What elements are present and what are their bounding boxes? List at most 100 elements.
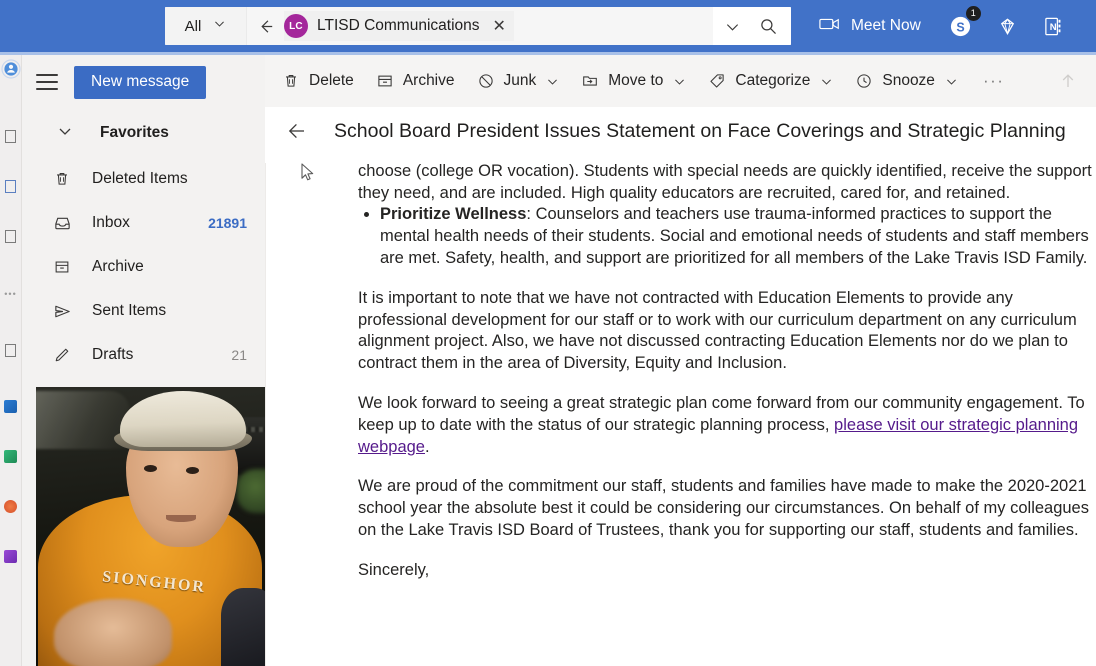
clock-icon (855, 72, 873, 90)
chevron-down-icon (213, 17, 226, 35)
topbar-left-spacer (0, 0, 165, 52)
pencil-icon (52, 345, 72, 365)
app-tile-icon[interactable] (5, 130, 16, 143)
video-camera-icon (819, 16, 841, 37)
command-label: Categorize (735, 72, 811, 89)
archive-box-icon (52, 257, 72, 277)
arrow-left-icon[interactable] (285, 119, 309, 143)
block-circle-icon (477, 72, 495, 90)
more-icon[interactable]: ••• (4, 289, 16, 299)
blue-app-icon[interactable] (4, 400, 17, 413)
webcam-person-eye-left (144, 465, 157, 472)
svg-text:S: S (956, 20, 964, 34)
webcam-person-mouth (166, 515, 196, 522)
webcam-person-eye-right (186, 467, 199, 474)
paragraph-4: We are proud of the commitment our staff… (358, 477, 1089, 539)
sidebar-item-archive[interactable]: Archive (22, 245, 265, 289)
sidebar-item-deleted-items[interactable]: Deleted Items (22, 157, 265, 201)
move-to-button[interactable]: Move to (570, 63, 697, 99)
favorites-group-header[interactable]: Favorites (22, 109, 265, 157)
archive-button[interactable]: Archive (365, 63, 466, 99)
delete-button[interactable]: Delete (271, 63, 365, 99)
message-subject-bar: School Board President Issues Statement … (265, 107, 1096, 155)
trash-icon (282, 72, 300, 90)
recipient-name: LTISD Communications (317, 17, 480, 34)
snooze-button[interactable]: Snooze (844, 63, 969, 99)
os-app-rail: ••• (0, 55, 22, 666)
recipient-filter-pill[interactable]: LC LTISD Communications ✕ (284, 11, 514, 41)
app-tile-icon[interactable] (5, 180, 16, 193)
more-horizontal-icon[interactable]: ··· (969, 71, 1018, 91)
archive-box-icon (376, 72, 394, 90)
message-left-rule (265, 155, 266, 666)
message-bullet-list: thinking, civics education, and digital … (358, 155, 1096, 270)
chevron-down-icon[interactable] (715, 7, 749, 45)
paragraph-3-post-link: . (424, 437, 430, 456)
green-app-icon[interactable] (4, 450, 17, 463)
sidebar-item-inbox[interactable]: Inbox 21891 (22, 201, 265, 245)
move-folder-icon (581, 72, 599, 90)
inbox-icon (52, 213, 72, 233)
command-label: Snooze (882, 72, 935, 89)
trash-icon (52, 169, 72, 189)
command-label: Archive (402, 72, 455, 89)
onenote-icon[interactable]: N (1043, 15, 1066, 38)
categorize-button[interactable]: Categorize (697, 63, 844, 99)
orange-app-icon[interactable] (4, 500, 17, 513)
paragraph-3: We look forward to seeing a great strate… (358, 393, 1096, 458)
user-avatar-icon[interactable] (0, 59, 21, 79)
command-label: Move to (608, 72, 664, 89)
webcam-person-hand (54, 599, 172, 666)
chevron-down-icon (57, 123, 73, 144)
paragraph-2: It is important to note that we have not… (358, 288, 1077, 373)
meet-now-label: Meet Now (851, 17, 921, 34)
new-message-button[interactable]: New message (74, 65, 207, 99)
chevron-down-icon (820, 75, 833, 88)
search-scope-label: All (184, 17, 202, 35)
sidebar-item-sent-items[interactable]: Sent Items (22, 289, 265, 333)
sidebar-item-label: Inbox (92, 214, 130, 231)
skype-icon[interactable]: S 1 (949, 5, 981, 38)
svg-text:N: N (1049, 21, 1056, 32)
app-tile-icon[interactable] (5, 230, 16, 243)
sidebar-item-label: Archive (92, 258, 144, 275)
diamond-icon[interactable] (996, 15, 1019, 38)
sidebar-item-label: Sent Items (92, 302, 167, 319)
search-bar[interactable]: All LC LTISD Communications ✕ (165, 7, 791, 45)
top-app-bar: All LC LTISD Communications ✕ Meet Now S… (0, 0, 1096, 52)
app-tile-icon[interactable] (5, 344, 16, 357)
purple-app-icon[interactable] (4, 550, 17, 563)
paper-plane-icon (52, 301, 72, 321)
meet-now-button[interactable]: Meet Now (819, 16, 921, 37)
sidebar-item-count: 21891 (208, 215, 247, 231)
command-label: Junk (503, 72, 537, 89)
avatar: LC (284, 14, 308, 38)
junk-button[interactable]: Junk (466, 63, 571, 99)
bullet-bold-lead: Prioritize Wellness (380, 205, 527, 224)
command-label: Delete (309, 72, 354, 89)
search-scope-selector[interactable]: All (165, 7, 247, 45)
message-top-clip (265, 155, 1096, 163)
paragraph-5-signoff: Sincerely, (358, 560, 430, 579)
page-title: School Board President Issues Statement … (334, 119, 1066, 142)
sidebar-item-label: Deleted Items (92, 170, 188, 187)
chevron-down-icon (546, 75, 559, 88)
message-body-scroll-area[interactable]: thinking, civics education, and digital … (265, 155, 1096, 666)
search-icon[interactable] (751, 7, 785, 45)
skype-badge: 1 (965, 5, 981, 21)
hamburger-menu-icon[interactable] (36, 74, 58, 90)
message-command-bar: Delete Archive Junk Move to Categorize S… (265, 55, 1096, 107)
sidebar-item-drafts[interactable]: Drafts 21 (22, 333, 265, 377)
arrow-up-icon[interactable] (1058, 71, 1096, 91)
sidebar-item-label: Drafts (92, 346, 134, 363)
favorites-label: Favorites (100, 124, 169, 141)
tag-icon (708, 72, 726, 90)
close-icon[interactable]: ✕ (489, 16, 510, 36)
arrow-left-icon[interactable] (257, 17, 276, 36)
search-actions (713, 7, 791, 45)
sidebar-header: New message (22, 55, 265, 109)
search-pill-area[interactable]: LC LTISD Communications ✕ (247, 7, 713, 45)
webcam-overlay: SIONGHOR (36, 387, 291, 666)
chevron-down-icon (945, 75, 958, 88)
list-item: Prioritize Wellness: Counselors and teac… (380, 204, 1096, 269)
